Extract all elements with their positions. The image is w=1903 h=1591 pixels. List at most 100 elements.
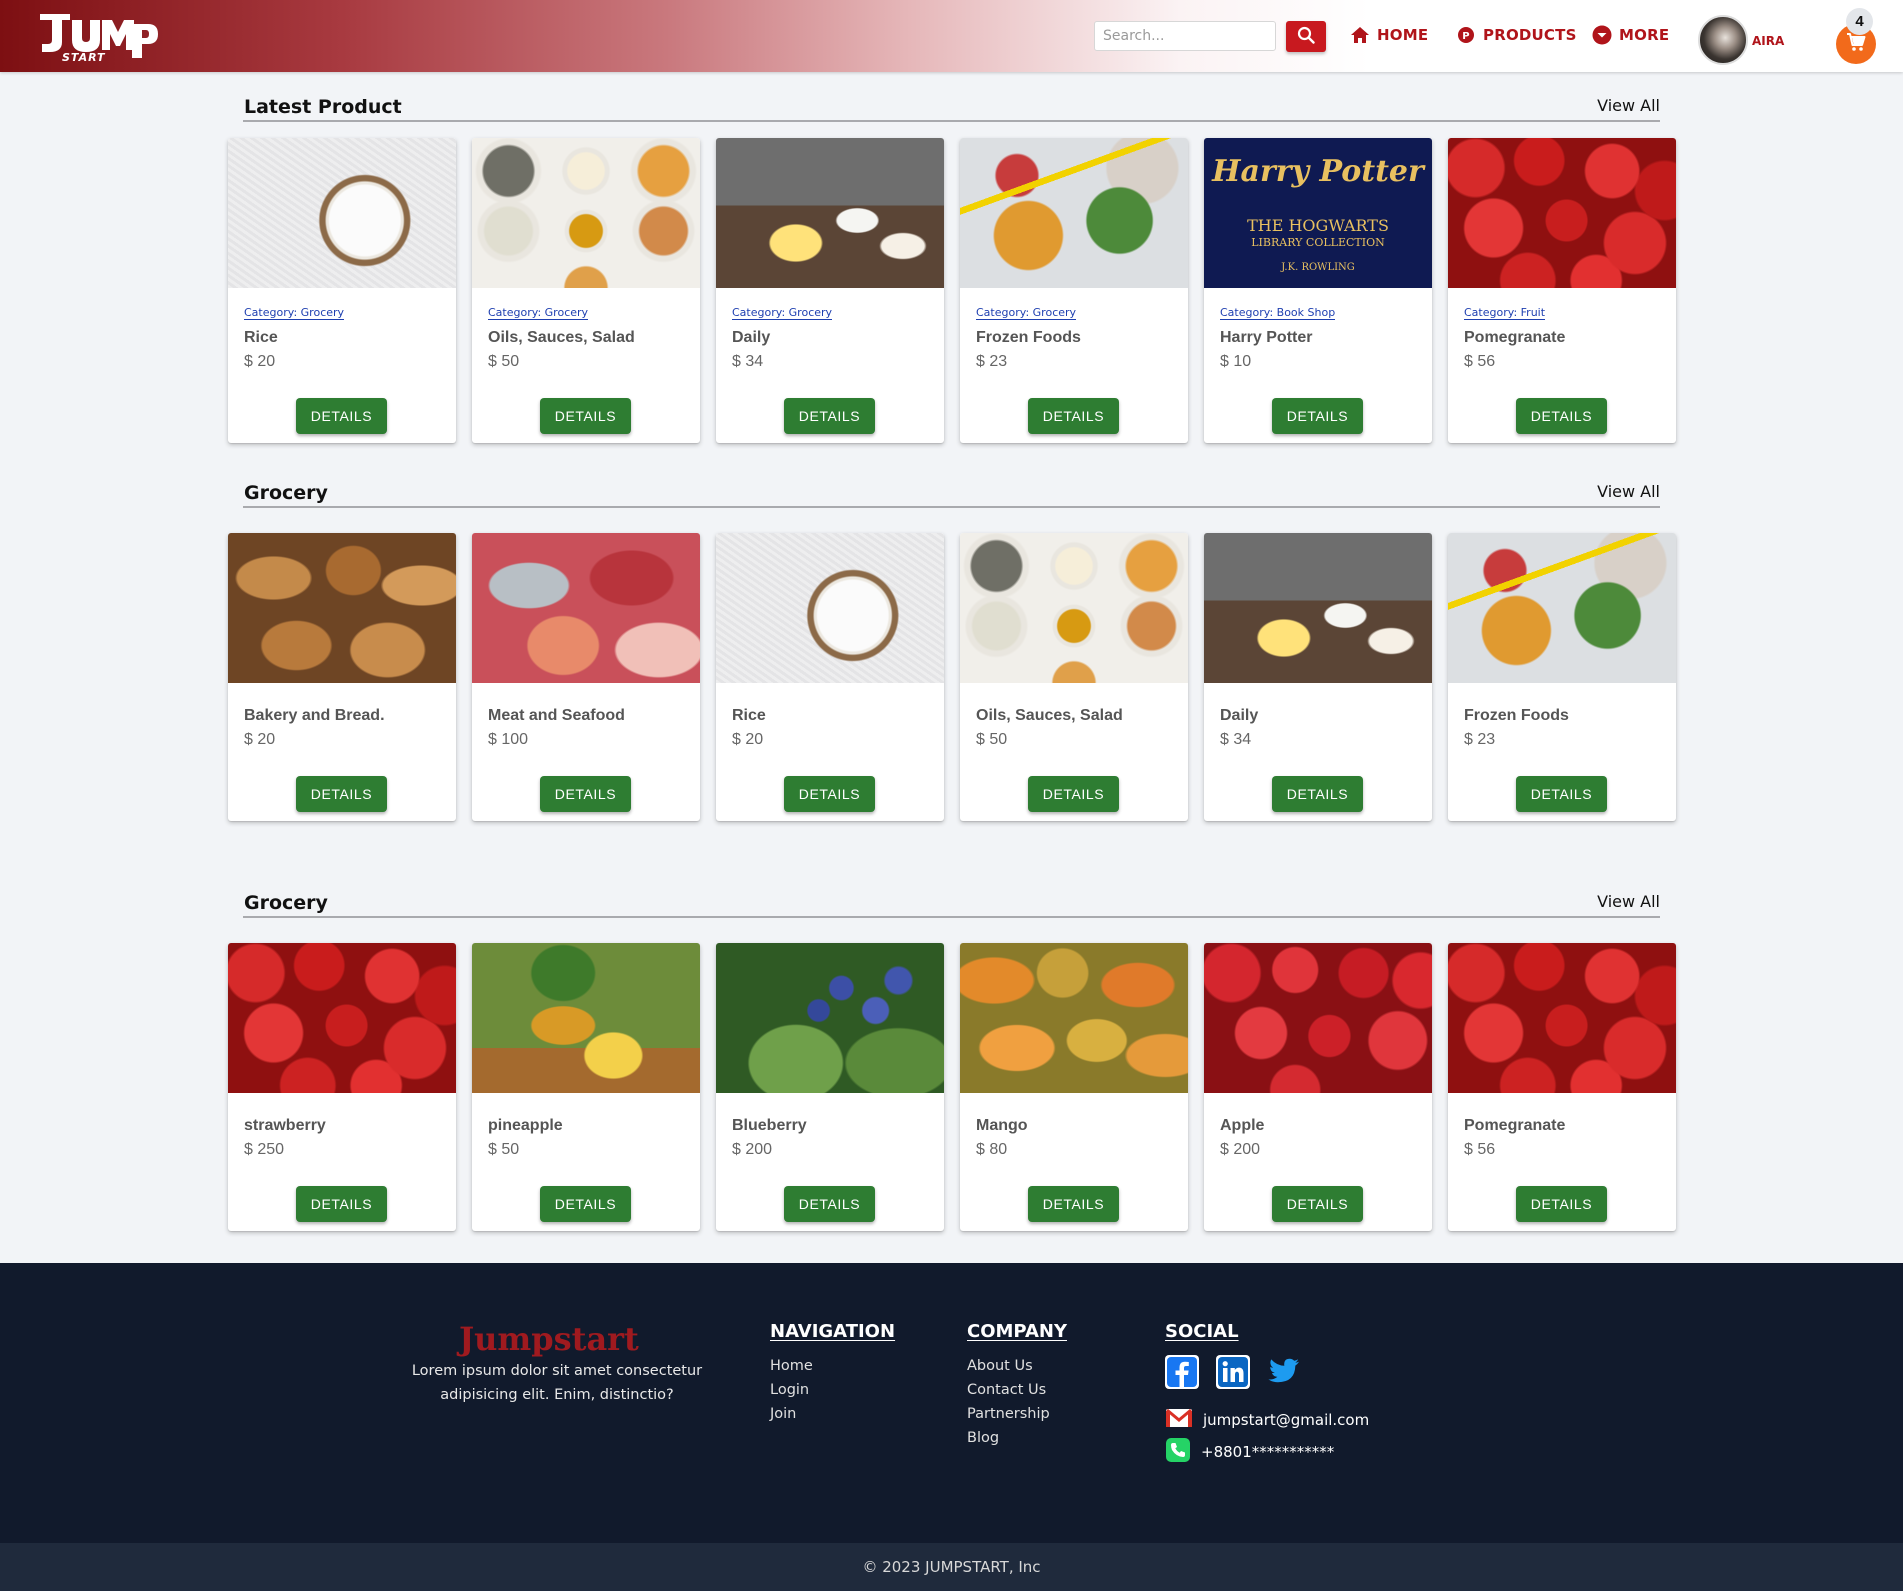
details-button[interactable]: DETAILS — [1028, 398, 1119, 434]
nav-products[interactable]: P PRODUCTS — [1456, 22, 1577, 48]
product-card: Category: Grocery Oils, Sauces, Salad $ … — [472, 138, 700, 443]
product-image-pineapple[interactable] — [472, 943, 700, 1093]
product-image-bread[interactable] — [228, 533, 456, 683]
footer-link-blog[interactable]: Blog — [967, 1430, 999, 1446]
details-button[interactable]: DETAILS — [296, 776, 387, 812]
view-all-link[interactable]: View All — [1597, 892, 1660, 911]
product-card: Pomegranate $ 56 DETAILS — [1448, 943, 1676, 1231]
product-image-frozen[interactable] — [1448, 533, 1676, 683]
details-button[interactable]: DETAILS — [540, 398, 631, 434]
product-image-apple[interactable] — [1204, 943, 1432, 1093]
svg-text:START: START — [62, 51, 106, 64]
search-button[interactable] — [1286, 21, 1326, 52]
nav-home-label: HOME — [1377, 26, 1429, 44]
details-button[interactable]: DETAILS — [784, 398, 875, 434]
product-image-strawberry[interactable] — [1448, 943, 1676, 1093]
book-subtitle: LIBRARY COLLECTION — [1251, 236, 1385, 249]
section-header-grocery: Grocery View All — [243, 478, 1660, 508]
footer-link-about[interactable]: About Us — [967, 1358, 1033, 1374]
user-avatar[interactable] — [1698, 15, 1748, 65]
section-title: Grocery — [244, 892, 328, 914]
product-price: $ 20 — [244, 353, 276, 370]
linkedin-icon[interactable] — [1216, 1355, 1250, 1389]
user-name[interactable]: AIRA — [1752, 34, 1784, 48]
footer-link-home[interactable]: Home — [770, 1358, 813, 1374]
footer-email[interactable]: jumpstart@gmail.com — [1165, 1407, 1369, 1433]
product-category[interactable]: Category: Grocery — [244, 306, 345, 320]
product-image-strawberry[interactable] — [228, 943, 456, 1093]
facebook-icon[interactable] — [1165, 1355, 1199, 1389]
search-input[interactable] — [1094, 21, 1276, 51]
footer-navigation-title: NAVIGATION — [770, 1321, 896, 1342]
details-button[interactable]: DETAILS — [784, 1186, 875, 1222]
details-button[interactable]: DETAILS — [1028, 776, 1119, 812]
product-card: Rice $ 20 DETAILS — [716, 533, 944, 821]
section-header-latest: Latest Product View All — [243, 92, 1660, 122]
book-title: Harry Potter — [1212, 154, 1424, 189]
product-category[interactable]: Category: Fruit — [1464, 306, 1546, 320]
details-button[interactable]: DETAILS — [1516, 398, 1607, 434]
product-image-oils[interactable] — [960, 533, 1188, 683]
home-icon — [1350, 25, 1370, 45]
product-category[interactable]: Category: Book Shop — [1220, 306, 1336, 320]
nav-more[interactable]: MORE — [1592, 22, 1669, 48]
nav-more-label: MORE — [1619, 26, 1670, 44]
product-card: Category: Grocery Rice $ 20 DETAILS — [228, 138, 456, 443]
product-category[interactable]: Category: Grocery — [732, 306, 833, 320]
product-card: Blueberry $ 200 DETAILS — [716, 943, 944, 1231]
product-image-daily[interactable] — [716, 138, 944, 288]
view-all-link[interactable]: View All — [1597, 96, 1660, 115]
product-card: Oils, Sauces, Salad $ 50 DETAILS — [960, 533, 1188, 821]
svg-text:P: P — [1462, 31, 1470, 42]
product-price: $ 100 — [488, 731, 529, 748]
footer-phone[interactable]: +8801*********** — [1165, 1437, 1334, 1467]
footer-social-title: SOCIAL — [1165, 1321, 1239, 1342]
jumpstart-logo[interactable]: START — [36, 6, 158, 64]
footer-link-login[interactable]: Login — [770, 1382, 809, 1398]
footer-link-partnership[interactable]: Partnership — [967, 1406, 1050, 1422]
product-name: Pomegranate — [1464, 329, 1566, 346]
product-image-daily[interactable] — [1204, 533, 1432, 683]
product-price: $ 34 — [1220, 731, 1252, 748]
details-button[interactable]: DETAILS — [540, 1186, 631, 1222]
details-button[interactable]: DETAILS — [1272, 1186, 1363, 1222]
product-image-blueberry[interactable] — [716, 943, 944, 1093]
details-button[interactable]: DETAILS — [784, 776, 875, 812]
footer-link-contact[interactable]: Contact Us — [967, 1382, 1046, 1398]
product-image-rice[interactable] — [228, 138, 456, 288]
product-card: Apple $ 200 DETAILS — [1204, 943, 1432, 1231]
product-name: pineapple — [488, 1117, 563, 1134]
product-image-mango[interactable] — [960, 943, 1188, 1093]
product-price: $ 200 — [1220, 1141, 1261, 1158]
details-button[interactable]: DETAILS — [1028, 1186, 1119, 1222]
product-image-harry-potter[interactable]: Harry Potter THE HOGWARTS LIBRARY COLLEC… — [1204, 138, 1432, 288]
product-image-rice[interactable] — [716, 533, 944, 683]
product-image-frozen[interactable] — [960, 138, 1188, 288]
product-image-strawberry[interactable] — [1448, 138, 1676, 288]
product-image-meat[interactable] — [472, 533, 700, 683]
view-all-link[interactable]: View All — [1597, 482, 1660, 501]
search-icon — [1297, 26, 1315, 47]
product-category[interactable]: Category: Grocery — [488, 306, 589, 320]
nav-home[interactable]: HOME — [1350, 22, 1428, 48]
details-button[interactable]: DETAILS — [540, 776, 631, 812]
details-button[interactable]: DETAILS — [296, 398, 387, 434]
footer-link-join[interactable]: Join — [770, 1406, 796, 1422]
product-name: Rice — [732, 707, 766, 724]
details-button[interactable]: DETAILS — [1272, 398, 1363, 434]
product-card: Category: Fruit Pomegranate $ 56 DETAILS — [1448, 138, 1676, 443]
footer-email-text: jumpstart@gmail.com — [1203, 1411, 1370, 1429]
details-button[interactable]: DETAILS — [1272, 776, 1363, 812]
twitter-icon[interactable] — [1267, 1355, 1301, 1389]
product-name: Bakery and Bread. — [244, 707, 385, 724]
product-category[interactable]: Category: Grocery — [976, 306, 1077, 320]
product-image-oils[interactable] — [472, 138, 700, 288]
product-price: $ 56 — [1464, 353, 1496, 370]
product-name: Daily — [1220, 707, 1259, 724]
product-name: Meat and Seafood — [488, 707, 625, 724]
cart-count-badge: 4 — [1846, 8, 1873, 35]
details-button[interactable]: DETAILS — [296, 1186, 387, 1222]
details-button[interactable]: DETAILS — [1516, 1186, 1607, 1222]
book-author: J.K. ROWLING — [1281, 262, 1355, 273]
details-button[interactable]: DETAILS — [1516, 776, 1607, 812]
